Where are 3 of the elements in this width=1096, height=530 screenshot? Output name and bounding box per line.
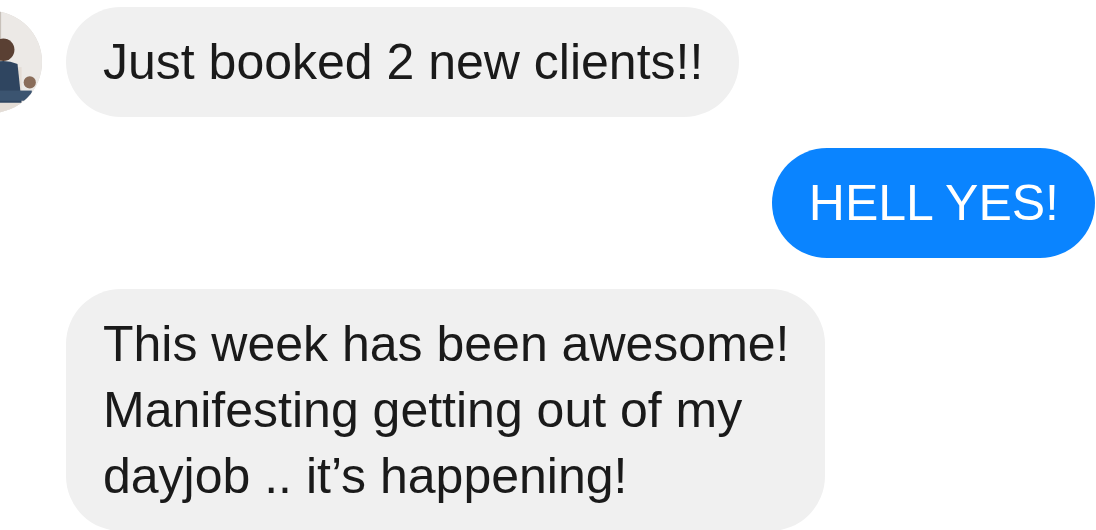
message-text: HELL YES! [808,174,1059,233]
message-text: This week has been awesome! Manifesting getting out of my dayjob .. it’s happening! [103,315,790,506]
message-text: Just booked 2 new clients!! [103,33,704,92]
